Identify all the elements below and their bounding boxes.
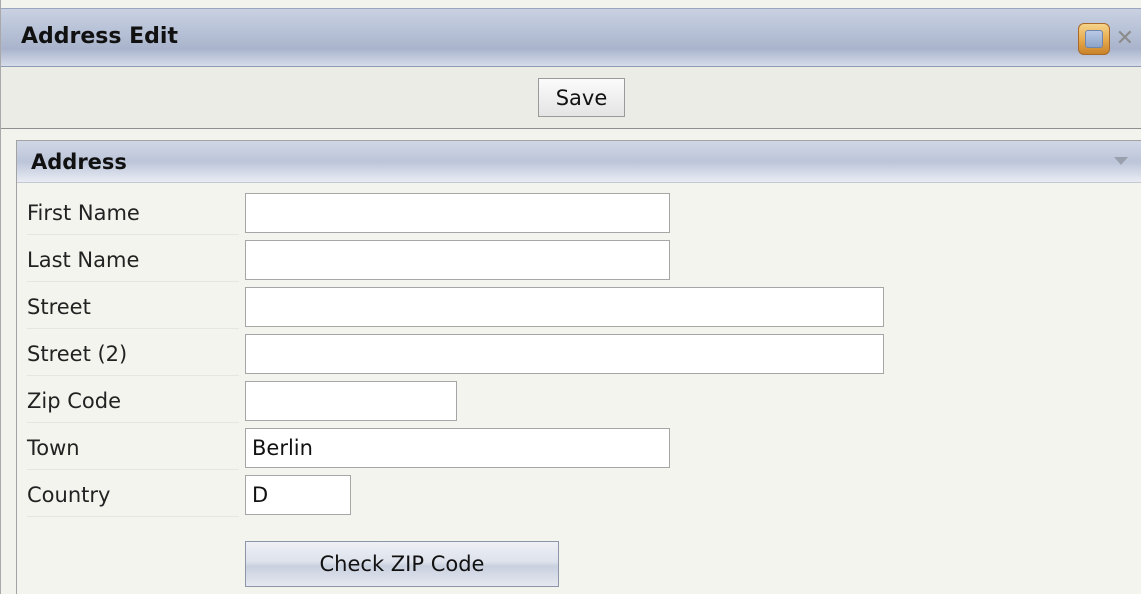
row-street: Street bbox=[17, 285, 1141, 329]
row-country: Country bbox=[17, 473, 1141, 517]
address-panel: Address First Name Last Name Street Stre… bbox=[16, 140, 1141, 594]
zip-code-input[interactable] bbox=[245, 381, 457, 421]
save-button[interactable]: Save bbox=[538, 78, 625, 117]
street-label: Street bbox=[27, 285, 239, 329]
address-panel-title: Address bbox=[31, 150, 127, 174]
first-name-input[interactable] bbox=[245, 193, 670, 233]
last-name-label: Last Name bbox=[27, 238, 239, 282]
toolbar: Save bbox=[1, 67, 1141, 129]
address-panel-header[interactable]: Address bbox=[17, 141, 1141, 183]
street2-label: Street (2) bbox=[27, 332, 239, 376]
window-titlebar: Address Edit ✕ bbox=[1, 8, 1141, 67]
wizard-icon[interactable] bbox=[1077, 23, 1110, 55]
row-town: Town bbox=[17, 426, 1141, 470]
address-edit-window: Address Edit ✕ Save Address First Name L… bbox=[0, 0, 1141, 594]
titlebar-icons: ✕ bbox=[1077, 23, 1134, 55]
town-label: Town bbox=[27, 426, 239, 470]
street-input[interactable] bbox=[245, 287, 884, 327]
zip-code-label: Zip Code bbox=[27, 379, 239, 423]
first-name-label: First Name bbox=[27, 191, 239, 235]
row-last-name: Last Name bbox=[17, 238, 1141, 282]
triangle-down-icon[interactable] bbox=[1114, 157, 1128, 165]
country-input[interactable] bbox=[245, 475, 351, 515]
row-zip-code: Zip Code bbox=[17, 379, 1141, 423]
close-icon[interactable]: ✕ bbox=[1116, 28, 1134, 50]
check-zip-code-button[interactable]: Check ZIP Code bbox=[245, 541, 559, 587]
window-title: Address Edit bbox=[21, 24, 178, 49]
country-label: Country bbox=[27, 473, 239, 517]
wizard-icon-inner bbox=[1084, 30, 1103, 48]
town-input[interactable] bbox=[245, 428, 670, 468]
street2-input[interactable] bbox=[245, 334, 884, 374]
row-street2: Street (2) bbox=[17, 332, 1141, 376]
last-name-input[interactable] bbox=[245, 240, 670, 280]
row-first-name: First Name bbox=[17, 191, 1141, 235]
